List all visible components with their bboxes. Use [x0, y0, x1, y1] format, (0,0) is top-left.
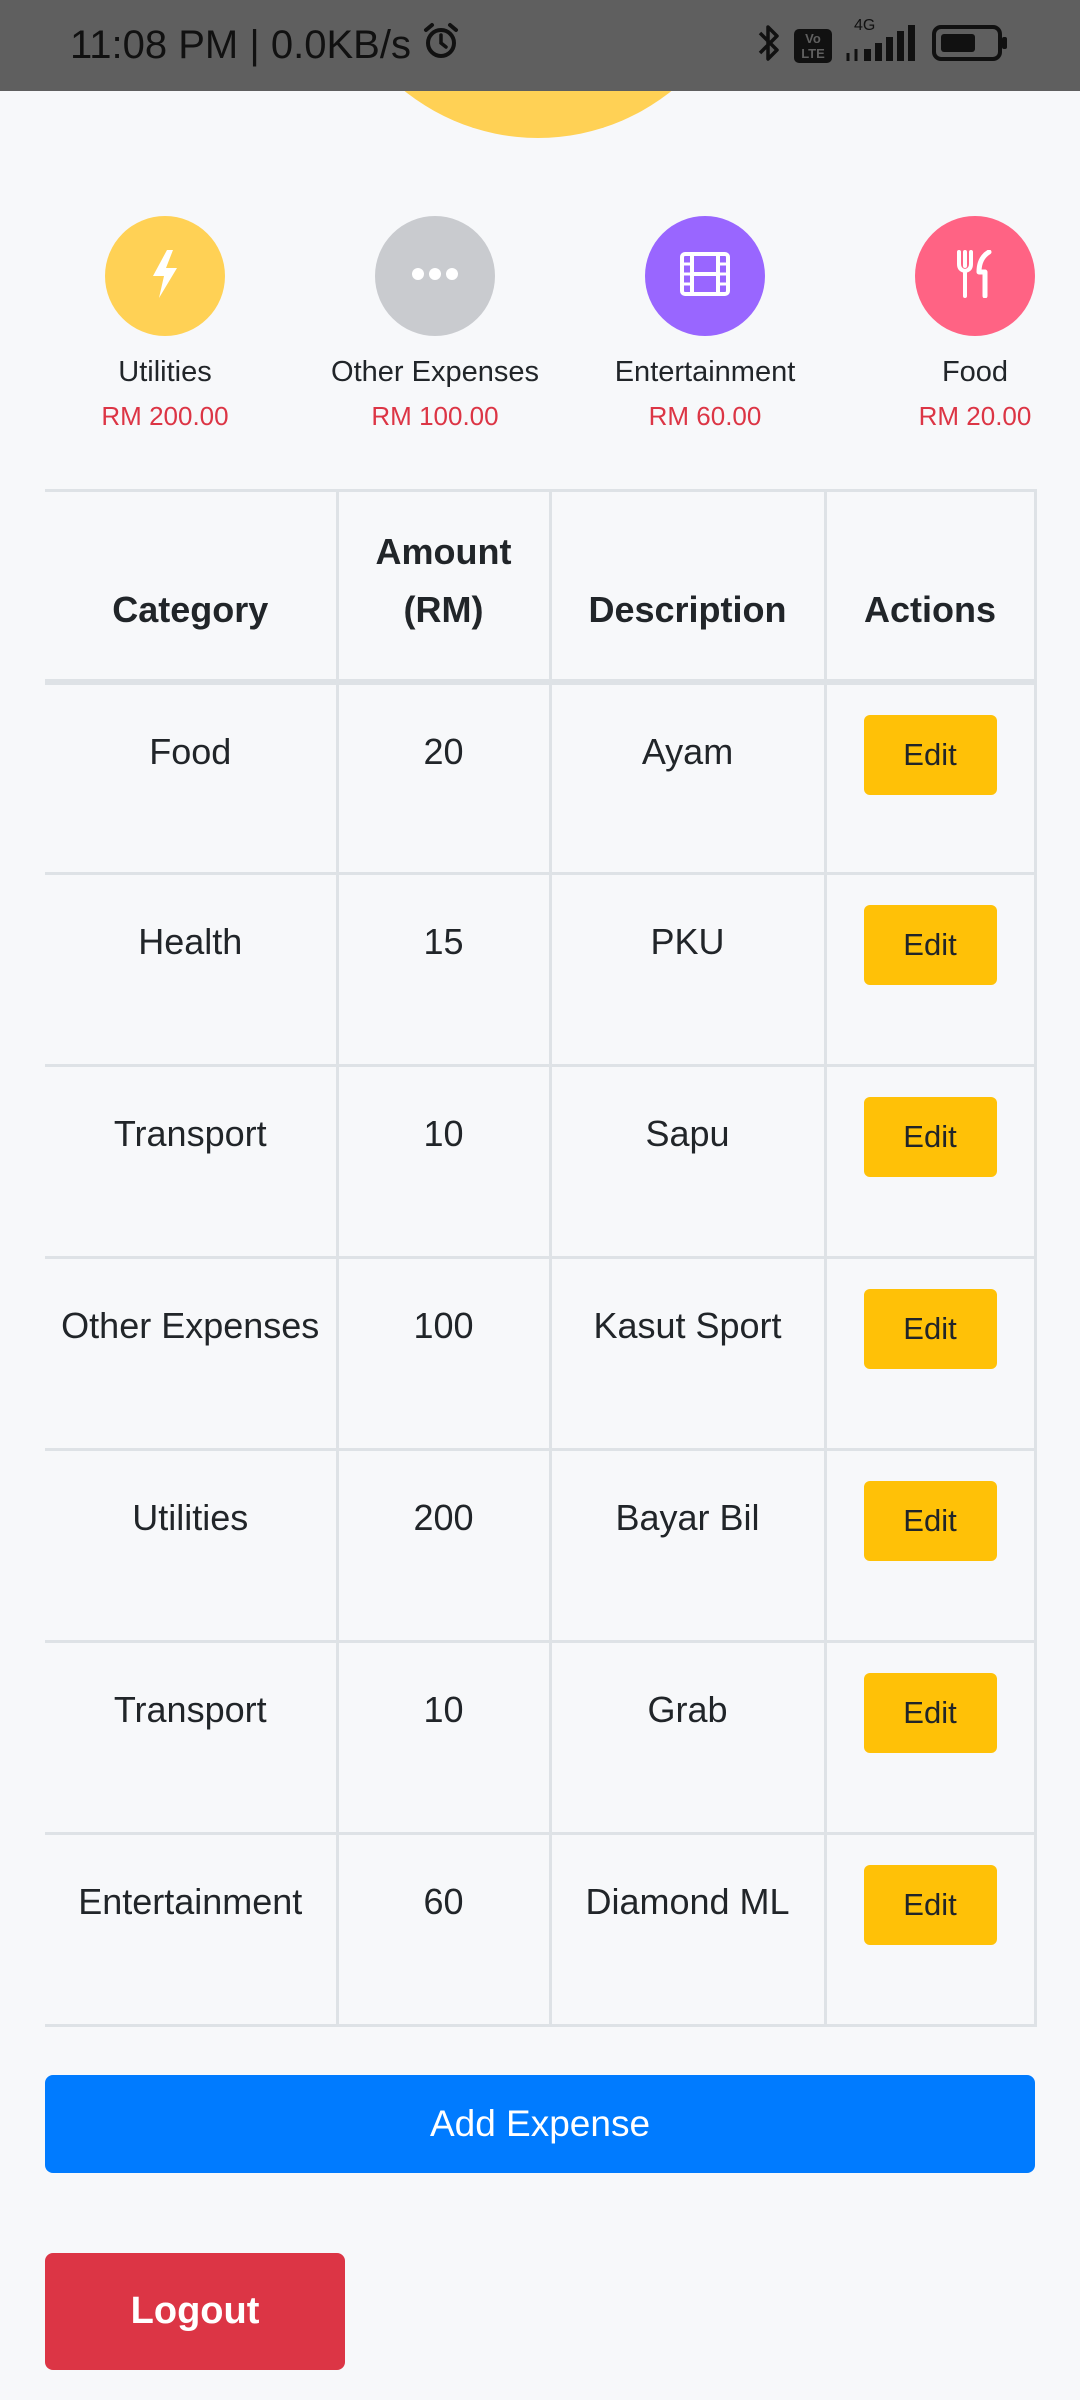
table-header-row: Category Amount (RM) Description Actions [45, 489, 1037, 685]
summary-circle [915, 216, 1035, 336]
network-type-label: 4G [854, 17, 876, 34]
alarm-icon [421, 21, 461, 71]
cell-description: Kasut Sport [548, 1256, 827, 1451]
edit-button[interactable]: Edit [863, 905, 997, 985]
cell-amount: 20 [335, 680, 552, 875]
edit-button[interactable]: Edit [863, 1865, 997, 1945]
cell-category: Other Expenses [45, 1256, 339, 1451]
cell-actions: Edit [823, 1640, 1037, 1835]
bluetooth-icon [756, 22, 782, 69]
cell-category: Health [45, 872, 339, 1067]
cell-actions: Edit [823, 1064, 1037, 1259]
summary-circle [375, 216, 495, 336]
cell-category: Entertainment [45, 1832, 339, 2027]
cell-actions: Edit [823, 680, 1037, 875]
table-row: Transport 10 Sapu Edit [45, 1064, 1037, 1259]
summary-item-food[interactable]: Food RM 20.00 [845, 216, 1080, 432]
edit-button[interactable]: Edit [863, 1097, 997, 1177]
summary-name: Utilities [118, 356, 212, 388]
header-actions: Actions [823, 489, 1037, 685]
cell-category: Transport [45, 1064, 339, 1259]
ellipsis-icon [411, 267, 459, 286]
status-time: 11:08 PM | 0.0KB/s [70, 23, 411, 67]
summary-amount: RM 100.00 [371, 401, 499, 431]
cell-actions: Edit [823, 872, 1037, 1067]
table-row: Entertainment 60 Diamond ML Edit [45, 1832, 1037, 2027]
edit-button[interactable]: Edit [863, 714, 997, 795]
cell-description: PKU [548, 872, 827, 1067]
cell-actions: Edit [823, 1256, 1037, 1451]
cell-category: Transport [45, 1640, 339, 1835]
cell-description: Bayar Bil [548, 1448, 827, 1643]
bolt-icon [147, 248, 183, 305]
table-row: Food 20 Ayam Edit [45, 680, 1037, 875]
summary-item-entertainment[interactable]: Entertainment RM 60.00 [575, 216, 835, 432]
cell-amount: 200 [335, 1448, 552, 1643]
summary-amount: RM 60.00 [648, 401, 762, 431]
utensils-icon [955, 249, 995, 303]
signal-icon: 4G [844, 17, 920, 68]
edit-button[interactable]: Edit [863, 1289, 997, 1369]
summary-name: Food [941, 356, 1009, 388]
cell-description: Ayam [548, 680, 827, 875]
summary-name: Entertainment [614, 356, 796, 388]
summary-amount: RM 20.00 [918, 401, 1032, 431]
cell-description: Grab [548, 1640, 827, 1835]
cell-actions: Edit [823, 1832, 1037, 2027]
table-row: Utilities 200 Bayar Bil Edit [45, 1448, 1037, 1643]
table-row: Transport 10 Grab Edit [45, 1640, 1037, 1835]
logout-button[interactable]: Logout [45, 2253, 345, 2370]
cell-category: Food [45, 680, 339, 875]
cell-amount: 100 [335, 1256, 552, 1451]
status-bar: 11:08 PM | 0.0KB/s Vo LTE 4G [0, 0, 1080, 91]
add-expense-button[interactable]: Add Expense [45, 2075, 1035, 2173]
summary-name: Other Expenses [331, 356, 539, 388]
cell-amount: 10 [335, 1064, 552, 1259]
header-description: Description [548, 489, 827, 685]
category-summary: Utilities RM 200.00 Other Expenses RM 10… [0, 216, 1080, 446]
cell-actions: Edit [823, 1448, 1037, 1643]
header-category: Category [45, 489, 339, 685]
film-icon [680, 251, 730, 301]
cell-amount: 60 [335, 1832, 552, 2027]
cell-amount: 10 [335, 1640, 552, 1835]
table-row: Other Expenses 100 Kasut Sport Edit [45, 1256, 1037, 1451]
table-row: Health 15 PKU Edit [45, 872, 1037, 1067]
summary-item-other-expenses[interactable]: Other Expenses RM 100.00 [305, 216, 565, 432]
summary-circle [105, 216, 225, 336]
summary-amount: RM 200.00 [101, 401, 229, 431]
volte-icon: Vo LTE [794, 28, 832, 63]
summary-item-utilities[interactable]: Utilities RM 200.00 [35, 216, 295, 432]
cell-amount: 15 [335, 872, 552, 1067]
edit-button[interactable]: Edit [863, 1673, 997, 1753]
cell-category: Utilities [45, 1448, 339, 1643]
summary-circle [645, 216, 765, 336]
cell-description: Sapu [548, 1064, 827, 1259]
header-amount: Amount (RM) [335, 489, 552, 685]
edit-button[interactable]: Edit [863, 1481, 997, 1561]
battery-icon [932, 24, 1010, 67]
cell-description: Diamond ML [548, 1832, 827, 2027]
expense-table: Category Amount (RM) Description Actions… [45, 489, 1037, 2027]
